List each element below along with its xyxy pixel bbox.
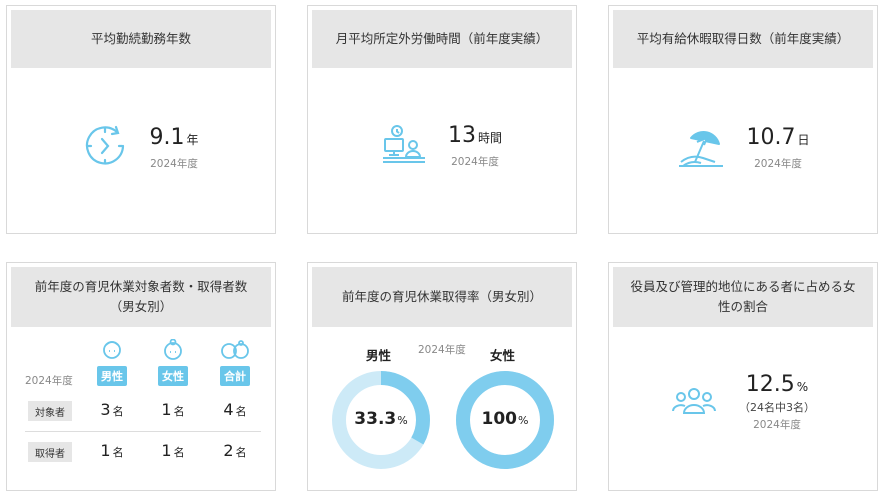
childcare-counts-title: 前年度の育児休業対象者数・取得者数 （男女別） [11,267,271,327]
women-managers-unit: % [796,380,809,394]
worker-desk-icon [382,124,426,169]
column-total-label: 合計 [220,366,250,386]
overtime-stat: 13 時間 2024年度 [308,124,576,169]
tenure-unit: 年 [186,132,199,147]
beach-umbrella-icon [677,124,725,172]
women-managers-card: 役員及び管理的地位にある者に占める女 性の割合 12.5% （24名中3名） 2… [608,262,878,491]
tenure-year: 2024年度 [150,157,198,170]
women-managers-stat: 12.5% （24名中3名） 2024年度 [609,373,877,432]
tenure-stat: 9.1 年 2024年度 [7,124,275,172]
row-label-taken: 取得者 [28,442,72,462]
tenure-card: 平均勤続勤務年数 9.1 年 2024年度 [6,5,276,234]
childcare-counts-title-line2: （男女別） [109,299,173,314]
leave-title: 平均有給休暇取得日数（前年度実績） [613,10,873,68]
row-label-eligible: 対象者 [28,401,72,421]
female-person-icon [164,338,182,360]
male-person-icon [103,341,121,359]
couple-icon [221,340,249,359]
cell-taken-total: 2名 [223,441,247,460]
cell-eligible-female: 1名 [161,400,185,419]
clock-icon [83,124,127,172]
cell-eligible-total: 4名 [223,400,247,419]
group-people-icon [671,386,717,420]
column-female: 女性 [153,338,193,386]
childcare-rate-year: 2024年度 [418,344,466,356]
childcare-counts-title-line1: 前年度の育児休業対象者数・取得者数 [34,279,248,294]
childcare-counts-year: 2024年度 [25,375,73,387]
column-male-label: 男性 [97,366,127,386]
leave-year: 2024年度 [754,157,802,170]
overtime-title: 月平均所定外労働時間（前年度実績） [312,10,572,68]
leave-stat: 10.7 日 2024年度 [609,124,877,172]
table-divider [25,431,261,432]
tenure-title: 平均勤続勤務年数 [11,10,271,68]
cell-taken-male: 1名 [100,441,124,460]
column-total: 合計 [215,339,255,386]
women-managers-title: 役員及び管理的地位にある者に占める女 性の割合 [613,267,873,327]
column-male: 男性 [92,339,132,386]
childcare-rate-title: 前年度の育児休業取得率（男女別） [312,267,572,327]
women-managers-value: 12.5 [745,372,795,397]
cell-eligible-male: 3名 [100,400,124,419]
female-rate-label: 女性 [490,348,516,363]
women-managers-title-line2: 性の割合 [717,299,768,314]
female-rate-value: 100% [481,409,529,429]
childcare-rate-card: 前年度の育児休業取得率（男女別） 男性 2024年度 女性 33.3% 100% [307,262,577,491]
tenure-value: 9.1 [149,124,185,150]
women-managers-title-line1: 役員及び管理的地位にある者に占める女 [630,279,856,294]
male-rate-label: 男性 [366,348,392,363]
male-rate-value: 33.3% [354,409,408,429]
cell-taken-female: 1名 [161,441,185,460]
leave-card: 平均有給休暇取得日数（前年度実績） 10.7 日 2024年度 [608,5,878,234]
leave-value: 10.7 [746,124,796,150]
overtime-year: 2024年度 [451,156,499,168]
overtime-unit: 時間 [477,131,502,145]
women-managers-detail: （24名中3名） [739,401,815,414]
women-managers-year: 2024年度 [753,419,801,431]
overtime-value: 13 [447,123,476,148]
column-female-label: 女性 [158,366,188,386]
overtime-card: 月平均所定外労働時間（前年度実績） 13 時間 2024年度 [307,5,577,234]
childcare-counts-card: 前年度の育児休業対象者数・取得者数 （男女別） 2024年度 男性 女性 合計 … [6,262,276,491]
leave-unit: 日 [797,132,810,147]
